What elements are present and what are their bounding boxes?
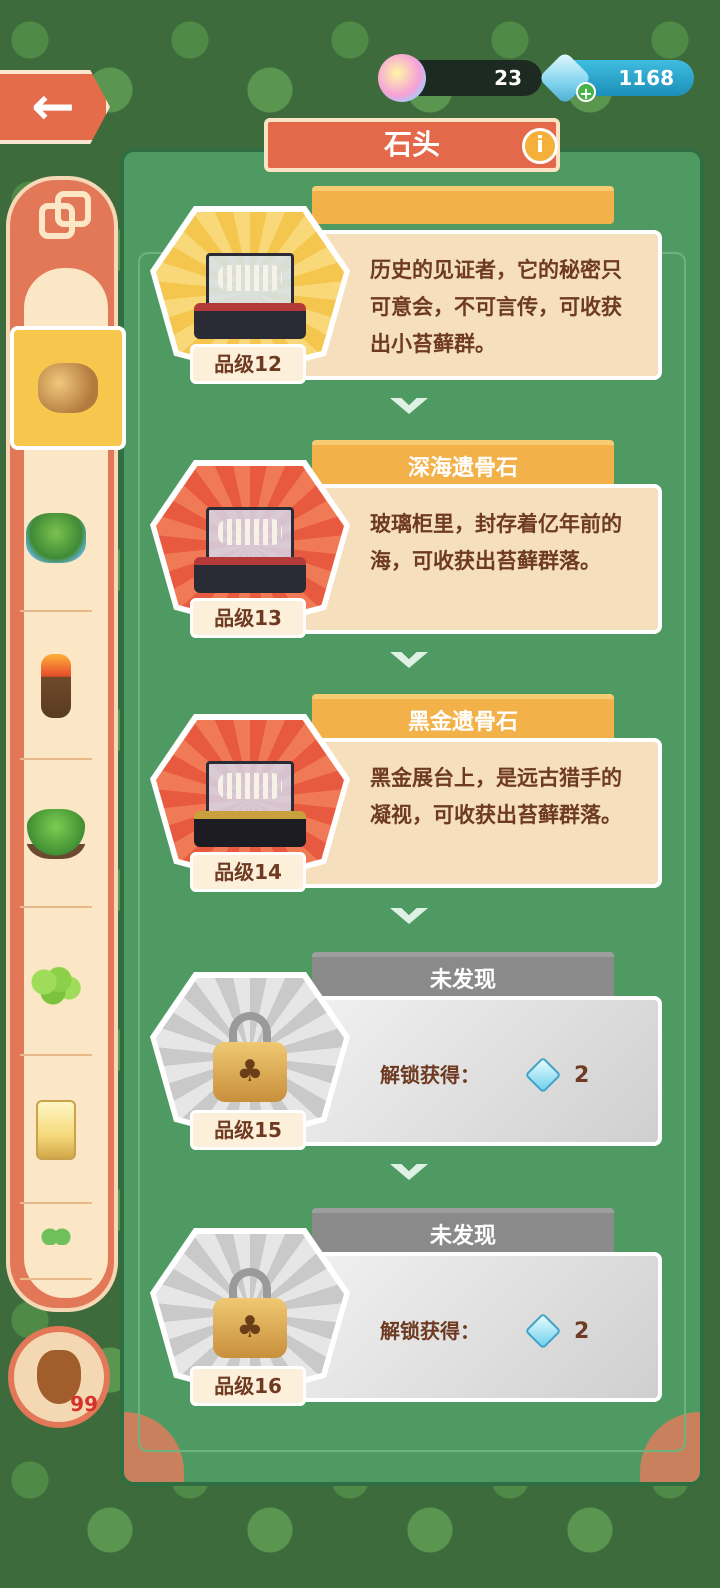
category-sprout[interactable] <box>14 1190 98 1280</box>
item-name: 黑金遗骨石 <box>312 694 614 742</box>
item-grade: 品级14 <box>190 852 306 892</box>
item-name: 深海遗骨石 <box>312 440 614 488</box>
unlock-label: 解锁获得： <box>380 1318 480 1343</box>
info-icon[interactable]: i <box>522 128 558 164</box>
item-card-15[interactable]: 未发现 解锁获得： 2 ♣ 品级15 <box>150 952 662 1162</box>
item-grade: 品级16 <box>190 1366 306 1406</box>
padlock-icon: ♣ <box>213 1268 287 1358</box>
sprout-icon <box>41 1225 71 1245</box>
back-button[interactable]: ← <box>0 70 110 144</box>
moss-pond-icon <box>26 513 86 563</box>
category-tree[interactable] <box>14 760 98 908</box>
item-card-16[interactable]: 未发现 解锁获得： 2 ♣ 品级16 <box>150 1208 662 1418</box>
collapse-icon[interactable] <box>38 190 94 246</box>
page-title: 石头 <box>264 118 560 172</box>
category-pond[interactable] <box>14 464 98 612</box>
hand-count: 99 <box>70 1392 98 1416</box>
item-card-14[interactable]: 黑金遗骨石 黑金展台上，是远古猎手的凝视，可收获出苔藓群落。 品级14 <box>150 694 662 904</box>
item-card-13[interactable]: 深海遗骨石 玻璃柜里，封存着亿年前的海，可收获出苔藓群落。 品级13 <box>150 440 662 650</box>
add-gems-icon[interactable]: + <box>576 82 596 103</box>
category-torch[interactable] <box>14 612 98 760</box>
cloud-currency[interactable]: 23 <box>378 54 542 102</box>
gem-currency[interactable]: + 1168 <box>538 51 694 105</box>
category-grape[interactable] <box>14 908 98 1056</box>
diamond-icon <box>524 1312 562 1350</box>
rainbow-cloud-icon <box>378 54 426 102</box>
unlock-cost: 2 <box>574 1318 590 1344</box>
back-arrow-icon: ← <box>31 77 75 137</box>
category-lamp[interactable] <box>14 1056 98 1204</box>
panel-corner-left <box>124 1412 184 1482</box>
grape-icon <box>26 957 86 1007</box>
item-unlock-box: 解锁获得： 2 <box>290 996 662 1146</box>
cloud-count: 23 <box>494 66 522 90</box>
black-gold-fossil-icon <box>190 751 310 847</box>
unlock-label: 解锁获得： <box>380 1062 480 1087</box>
diamond-icon <box>524 1056 562 1094</box>
item-name <box>312 186 614 224</box>
bonsai-tree-icon <box>26 809 86 859</box>
gem-count: 1168 <box>618 66 674 90</box>
deep-sea-fossil-icon <box>190 497 310 593</box>
item-grade: 品级12 <box>190 344 306 384</box>
item-grade: 品级15 <box>190 1110 306 1150</box>
lantern-icon <box>36 1100 76 1160</box>
unlock-cost: 2 <box>574 1062 590 1088</box>
item-grade: 品级13 <box>190 598 306 638</box>
torch-icon <box>41 654 71 718</box>
panel-corner-right <box>640 1412 700 1482</box>
hand-tool-button[interactable]: 99 <box>8 1326 110 1428</box>
padlock-icon: ♣ <box>213 1012 287 1102</box>
item-name: 未发现 <box>312 952 614 1000</box>
fossil-showcase-icon <box>190 243 310 339</box>
category-rock[interactable] <box>10 326 126 450</box>
item-description: 玻璃柜里，封存着亿年前的海，可收获出苔藓群落。 <box>290 484 662 634</box>
item-description: 黑金展台上，是远古猎手的凝视，可收获出苔藓群落。 <box>290 738 662 888</box>
rock-icon <box>38 363 98 413</box>
item-name: 未发现 <box>312 1208 614 1256</box>
item-description: 历史的见证者，它的秘密只可意会，不可言传，可收获出小苔藓群。 <box>290 230 662 380</box>
item-card-12[interactable]: 历史的见证者，它的秘密只可意会，不可言传，可收获出小苔藓群。 品级12 <box>150 186 662 396</box>
item-unlock-box: 解锁获得： 2 <box>290 1252 662 1402</box>
resource-bar: 23 + 1168 <box>378 51 694 105</box>
